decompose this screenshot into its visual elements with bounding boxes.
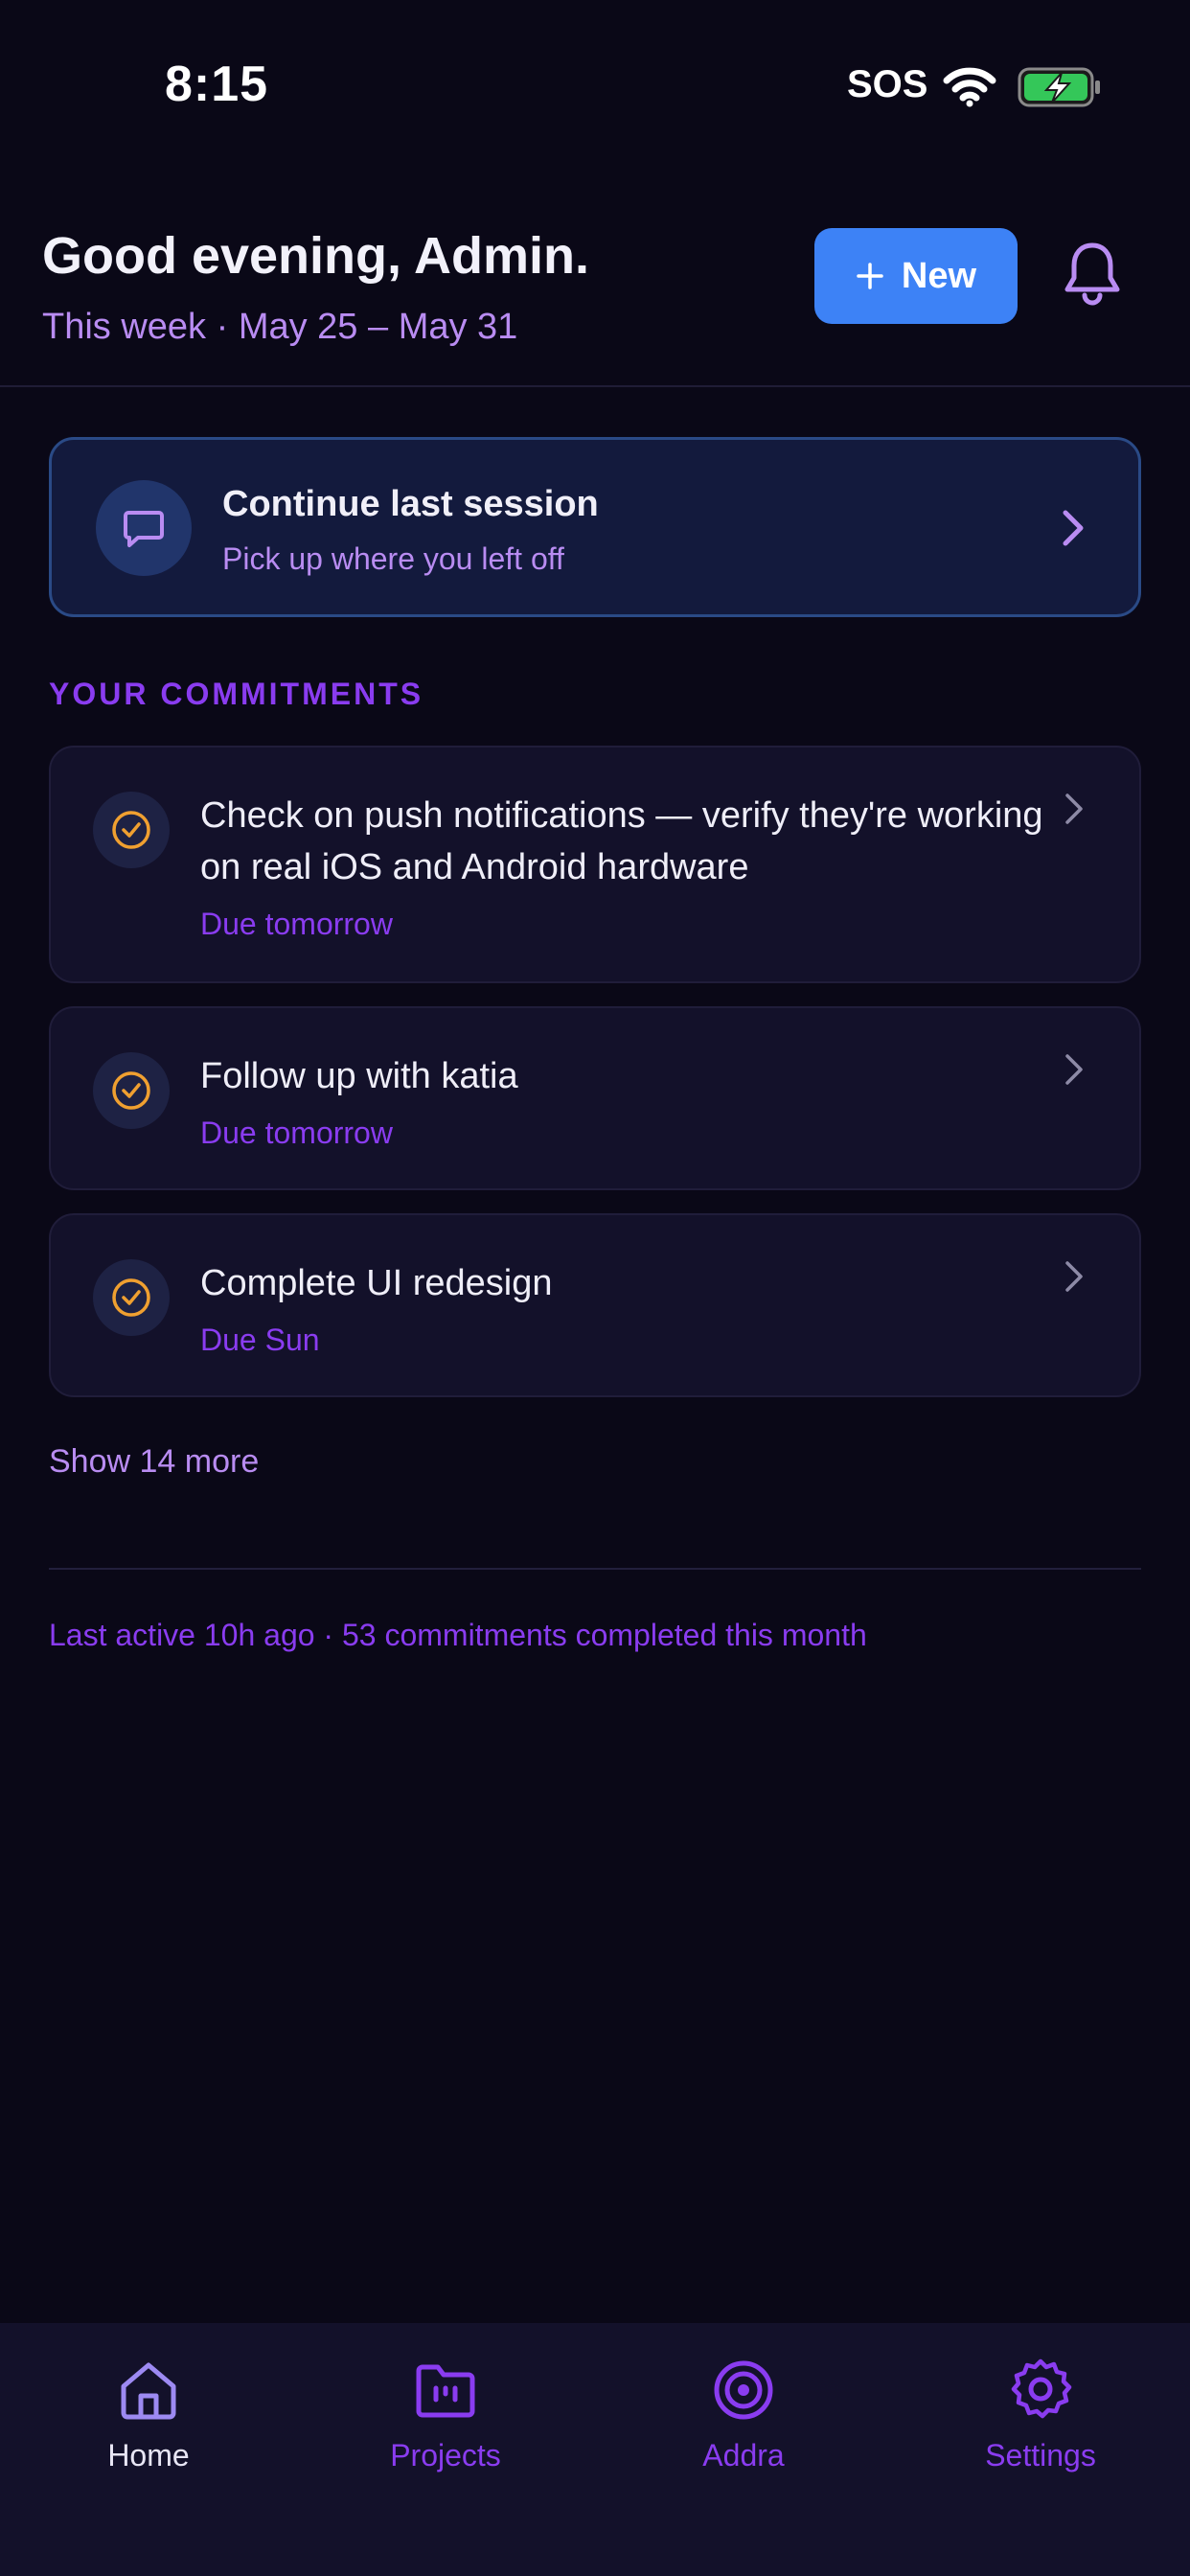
tab-settings[interactable]: Settings: [892, 2323, 1189, 2515]
session-subtitle: Pick up where you left off: [222, 541, 564, 576]
chevron-right-icon: [1065, 794, 1083, 824]
folder-icon: [416, 2364, 475, 2418]
target-icon: [714, 2360, 773, 2420]
commitment-title: Check on push notifications — verify the…: [200, 795, 1043, 887]
chevron-right-icon: [1063, 510, 1084, 546]
commitment-due: Due Sun: [200, 1322, 320, 1357]
tab-label: Home: [107, 2438, 190, 2472]
tab-bar: Home Projects Addra Settings: [0, 2323, 1190, 2576]
header-divider: [0, 385, 1190, 387]
week-range: This week · May 25 – May 31: [42, 307, 518, 347]
commitment-card[interactable]: Check on push notifications — verify the…: [49, 746, 1141, 983]
tab-home[interactable]: Home: [0, 2323, 297, 2515]
session-icon-circle: [96, 480, 192, 576]
plus-icon: [857, 263, 883, 289]
new-button[interactable]: New: [814, 228, 1018, 324]
show-more-link[interactable]: Show 14 more: [49, 1443, 259, 1481]
check-circle-icon: [112, 1071, 150, 1110]
home-icon: [121, 2362, 176, 2420]
activity-stats: Last active 10h ago · 53 commitments com…: [49, 1618, 867, 1652]
commitment-card[interactable]: Complete UI redesign Due Sun: [49, 1213, 1141, 1397]
session-title: Continue last session: [222, 484, 599, 524]
greeting-title: Good evening, Admin.: [42, 227, 590, 285]
tab-label: Addra: [702, 2438, 785, 2472]
chat-bubble-icon: [124, 511, 164, 547]
status-time: 8:15: [165, 57, 269, 112]
tab-label: Projects: [390, 2438, 501, 2472]
content-divider: [49, 1568, 1141, 1570]
battery-charging-icon: [1018, 67, 1100, 107]
commitment-icon-circle: [93, 1052, 170, 1129]
tab-projects[interactable]: Projects: [297, 2323, 594, 2515]
commitments-heading: YOUR COMMITMENTS: [49, 677, 424, 711]
commitment-card[interactable]: Follow up with katia Due tomorrow: [49, 1006, 1141, 1190]
gear-icon: [1011, 2358, 1072, 2419]
check-circle-icon: [112, 811, 150, 849]
wifi-icon: [943, 67, 996, 107]
commitment-due: Due tomorrow: [200, 907, 393, 941]
bell-icon[interactable]: [1062, 240, 1123, 307]
check-circle-icon: [112, 1278, 150, 1317]
continue-session-card[interactable]: Continue last session Pick up where you …: [49, 437, 1141, 617]
tab-addra[interactable]: Addra: [595, 2323, 892, 2515]
commitment-title: Complete UI redesign: [200, 1263, 553, 1303]
commitment-title: Follow up with katia: [200, 1056, 518, 1096]
commitment-icon-circle: [93, 1259, 170, 1336]
status-sos: SOS: [847, 63, 928, 105]
commitment-due: Due tomorrow: [200, 1116, 393, 1150]
chevron-right-icon: [1065, 1261, 1083, 1292]
tab-label: Settings: [985, 2438, 1096, 2472]
commitment-icon-circle: [93, 792, 170, 868]
new-button-label: New: [901, 255, 977, 296]
chevron-right-icon: [1065, 1054, 1083, 1085]
